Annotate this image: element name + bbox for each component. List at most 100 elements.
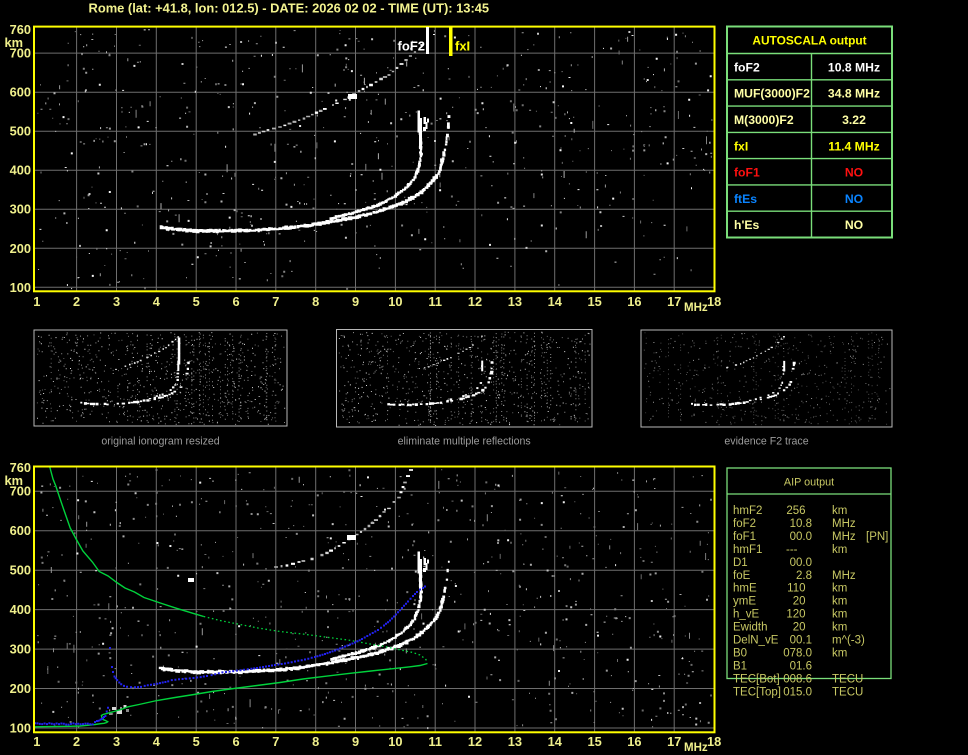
svg-text:8: 8 [312,294,319,309]
svg-text:TEC[Top]: TEC[Top] [733,686,781,698]
svg-text:km: km [832,583,847,595]
svg-text:11: 11 [428,294,442,309]
svg-text:MHz: MHz [684,302,708,314]
svg-text:100: 100 [10,280,31,295]
svg-text:B1: B1 [733,660,747,672]
svg-text:evidence F2 trace: evidence F2 trace [724,436,808,448]
svg-text:500: 500 [10,563,31,578]
svg-text:4: 4 [153,734,161,749]
svg-text:hmF1: hmF1 [733,544,762,556]
svg-text:hmE: hmE [733,583,757,595]
svg-text:10: 10 [388,734,402,749]
svg-text:11.4 MHz: 11.4 MHz [828,139,879,153]
svg-text:DelN_vE: DelN_vE [733,635,779,647]
svg-text:MHz: MHz [832,531,856,543]
svg-text:13: 13 [508,734,522,749]
svg-text:5: 5 [193,734,200,749]
svg-text:MHz: MHz [832,570,856,582]
svg-text:TEC[Bot]: TEC[Bot] [733,673,780,685]
svg-text:3: 3 [113,294,120,309]
svg-text:hmF2: hmF2 [733,505,762,517]
svg-text:700: 700 [10,46,31,61]
svg-text:700: 700 [10,484,31,499]
svg-text:6: 6 [232,294,239,309]
svg-text:original ionogram resized: original ionogram resized [101,436,219,448]
svg-text:18: 18 [707,734,721,749]
svg-text:ftEs: ftEs [734,192,757,206]
svg-text:Rome (lat: +41.8, lon: 012.5): Rome (lat: +41.8, lon: 012.5) - DATE: 20… [89,1,490,16]
svg-text:078.0: 078.0 [783,648,812,660]
svg-text:m^(-3): m^(-3) [832,635,865,647]
svg-text:2: 2 [73,294,80,309]
svg-text:foF2: foF2 [398,39,425,54]
svg-text:015.0: 015.0 [783,686,812,698]
svg-text:300: 300 [10,642,31,657]
svg-text:MUF(3000)F2: MUF(3000)F2 [734,87,810,101]
svg-text:008.6: 008.6 [783,673,812,685]
svg-text:15: 15 [587,294,601,309]
svg-text:14: 14 [548,294,563,309]
svg-text:1: 1 [33,734,40,749]
svg-text:AIP output: AIP output [784,477,834,489]
svg-text:---: --- [786,544,798,556]
svg-text:h'Es: h'Es [734,218,759,232]
svg-text:km: km [832,596,847,608]
svg-text:foF1: foF1 [733,531,756,543]
svg-text:foE: foE [733,570,751,582]
svg-text:12: 12 [468,734,482,749]
svg-text:15: 15 [587,734,601,749]
svg-text:km: km [832,544,847,556]
svg-text:20: 20 [793,596,806,608]
svg-text:fxI: fxI [455,39,470,54]
svg-text:km: km [832,622,847,634]
svg-text:400: 400 [10,163,31,178]
svg-text:B0: B0 [733,648,747,660]
svg-text:Ewidth: Ewidth [733,622,768,634]
svg-text:12: 12 [468,294,482,309]
svg-text:[PN]: [PN] [866,531,888,543]
svg-text:eliminate multiple reflections: eliminate multiple reflections [398,436,531,448]
svg-text:400: 400 [10,602,31,617]
svg-text:foF1: foF1 [734,166,760,180]
svg-text:13: 13 [508,294,522,309]
svg-text:foF2: foF2 [734,60,760,74]
svg-text:600: 600 [10,85,31,100]
svg-text:16: 16 [627,734,641,749]
svg-text:17: 17 [667,294,681,309]
svg-text:200: 200 [10,241,31,256]
svg-text:20: 20 [793,622,806,634]
svg-text:1: 1 [33,294,40,309]
svg-text:8: 8 [312,734,319,749]
svg-text:9: 9 [352,734,359,749]
svg-text:01.6: 01.6 [790,660,812,672]
svg-text:3: 3 [113,734,120,749]
svg-text:fxI: fxI [734,139,748,153]
svg-text:D1: D1 [733,557,748,569]
svg-text:MHz: MHz [684,742,708,754]
svg-text:300: 300 [10,202,31,217]
svg-text:34.8 MHz: 34.8 MHz [828,87,880,101]
svg-text:00.0: 00.0 [790,531,812,543]
svg-text:9: 9 [352,294,359,309]
svg-text:500: 500 [10,124,31,139]
svg-text:600: 600 [10,523,31,538]
svg-text:7: 7 [272,294,279,309]
svg-text:11: 11 [428,734,442,749]
svg-text:16: 16 [627,294,641,309]
svg-text:km: km [832,609,847,621]
svg-text:2: 2 [73,734,80,749]
svg-text:foF2: foF2 [733,518,756,530]
svg-text:17: 17 [667,734,681,749]
svg-text:5: 5 [193,294,200,309]
svg-text:km: km [832,505,847,517]
svg-text:10.8 MHz: 10.8 MHz [828,60,880,74]
svg-text:km: km [832,648,847,660]
svg-text:00.0: 00.0 [790,557,812,569]
svg-text:MHz: MHz [832,518,856,530]
svg-text:100: 100 [10,721,31,736]
svg-text:120: 120 [786,609,805,621]
svg-text:NO: NO [845,218,863,232]
svg-text:3.22: 3.22 [842,113,866,127]
svg-text:10.8: 10.8 [790,518,812,530]
svg-text:M(3000)F2: M(3000)F2 [734,113,794,127]
